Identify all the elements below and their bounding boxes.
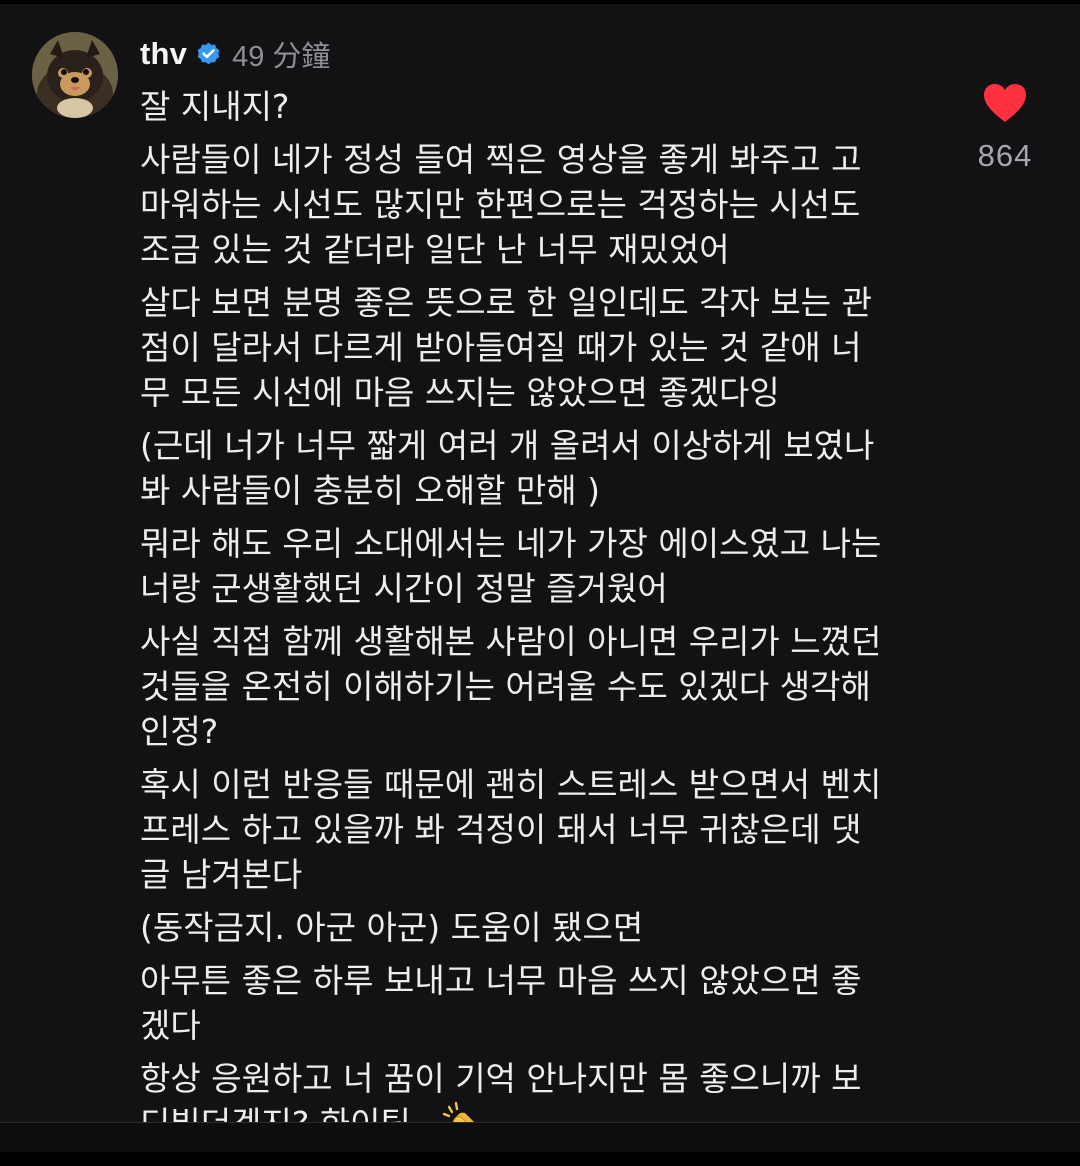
comment-line: 것들을 온전히 이해하기는 어려울 수도 있겠다 생각해 <box>140 667 871 706</box>
comment-line: 뭐라 해도 우리 소대에서는 네가 가장 에이스였고 나는 <box>140 524 882 563</box>
comment-line: 너랑 군생활했던 시간이 정말 즐거웠어 <box>140 569 668 608</box>
comment-line: 혹시 이런 반응들 때문에 괜히 스트레스 받으면서 벤치 <box>140 765 882 804</box>
comment-line: 사실 직접 함께 생활해본 사람이 아니면 우리가 느꼈던 <box>140 622 882 661</box>
comment-line: 인정? <box>140 712 219 751</box>
comment-paragraph: 사실 직접 함께 생활해본 사람이 아니면 우리가 느꼈던 것들을 온전히 이해… <box>140 619 930 754</box>
comment-paragraph: 아무튼 좋은 하루 보내고 너무 마음 쓰지 않았으면 좋 겠다 <box>140 958 930 1048</box>
comment-paragraph: (근데 너가 너무 짧게 여러 개 올려서 이상하게 보였나 봐 사람들이 충분… <box>140 423 930 513</box>
comment-line: 잘 지내지? <box>140 87 290 126</box>
comment-paragraph: 살다 보면 분명 좋은 뜻으로 한 일인데도 각자 보는 관 점이 달라서 다르… <box>140 280 930 415</box>
comment-line: 조금 있는 것 같더라 일단 난 너무 재밌었어 <box>140 230 730 269</box>
verified-badge-icon <box>197 42 220 64</box>
comment-line: 글 남겨본다 <box>140 855 303 894</box>
comment-card: thv 49 分鐘 잘 지내지? 사람들이 네가 정성 들여 찍은 영상을 좋게… <box>0 4 1080 1143</box>
comment-line: 봐 사람들이 충분히 오해할 만해 ) <box>140 471 601 510</box>
comment-line: 항상 응원하고 너 꿈이 기억 안나지만 몸 좋으니까 보 <box>140 1059 862 1098</box>
comment-line: 사람들이 네가 정성 들여 찍은 영상을 좋게 봐주고 고 <box>140 140 862 179</box>
comment-paragraph: (동작금지. 아군 아군) 도움이 됐으면 <box>140 905 930 950</box>
comment-line: 살다 보면 분명 좋은 뜻으로 한 일인데도 각자 보는 관 <box>140 283 872 322</box>
comment-paragraph: 사람들이 네가 정성 들여 찍은 영상을 좋게 봐주고 고 마워하는 시선도 많… <box>140 137 930 272</box>
comment-paragraph: 잘 지내지? <box>140 84 930 129</box>
username[interactable]: thv <box>140 36 187 72</box>
comment-line: 마워하는 시선도 많지만 한편으로는 걱정하는 시선도 <box>140 185 861 224</box>
comment-paragraph: 혹시 이런 반응들 때문에 괜히 스트레스 받으면서 벤치 프레스 하고 있을까… <box>140 762 930 897</box>
comment-line: (동작금지. 아군 아군) 도움이 됐으면 <box>140 908 644 947</box>
comment-line: 겠다 <box>140 1006 201 1045</box>
comment-line: (근데 너가 너무 짧게 여러 개 올려서 이상하게 보였나 <box>140 426 875 465</box>
bottom-edge <box>0 1152 1080 1166</box>
comment-timestamp: 49 分鐘 <box>232 41 331 73</box>
comment-line: 무 모든 시선에 마음 쓰지는 않았으면 좋겠다잉 <box>140 373 780 412</box>
comment-body: 잘 지내지? 사람들이 네가 정성 들여 찍은 영상을 좋게 봐주고 고 마워하… <box>140 84 930 1154</box>
comment-line: 점이 달라서 다르게 받아들여질 때가 있는 것 같애 너 <box>140 328 862 367</box>
dog-avatar-icon <box>32 32 118 118</box>
comment-line: 아무튼 좋은 하루 보내고 너무 마음 쓰지 않았으면 좋 <box>140 961 862 1000</box>
comment-paragraph: 뭐라 해도 우리 소대에서는 네가 가장 에이스였고 나는 너랑 군생활했던 시… <box>140 521 930 611</box>
comment-line: 프레스 하고 있을까 봐 걱정이 돼서 너무 귀찮은데 댓 <box>140 810 862 849</box>
comment-header: thv 49 分鐘 <box>140 32 330 76</box>
avatar[interactable] <box>32 32 118 118</box>
heart-icon[interactable] <box>982 82 1028 124</box>
like-count: 864 <box>977 138 1033 173</box>
like-area: 864 <box>960 82 1050 174</box>
